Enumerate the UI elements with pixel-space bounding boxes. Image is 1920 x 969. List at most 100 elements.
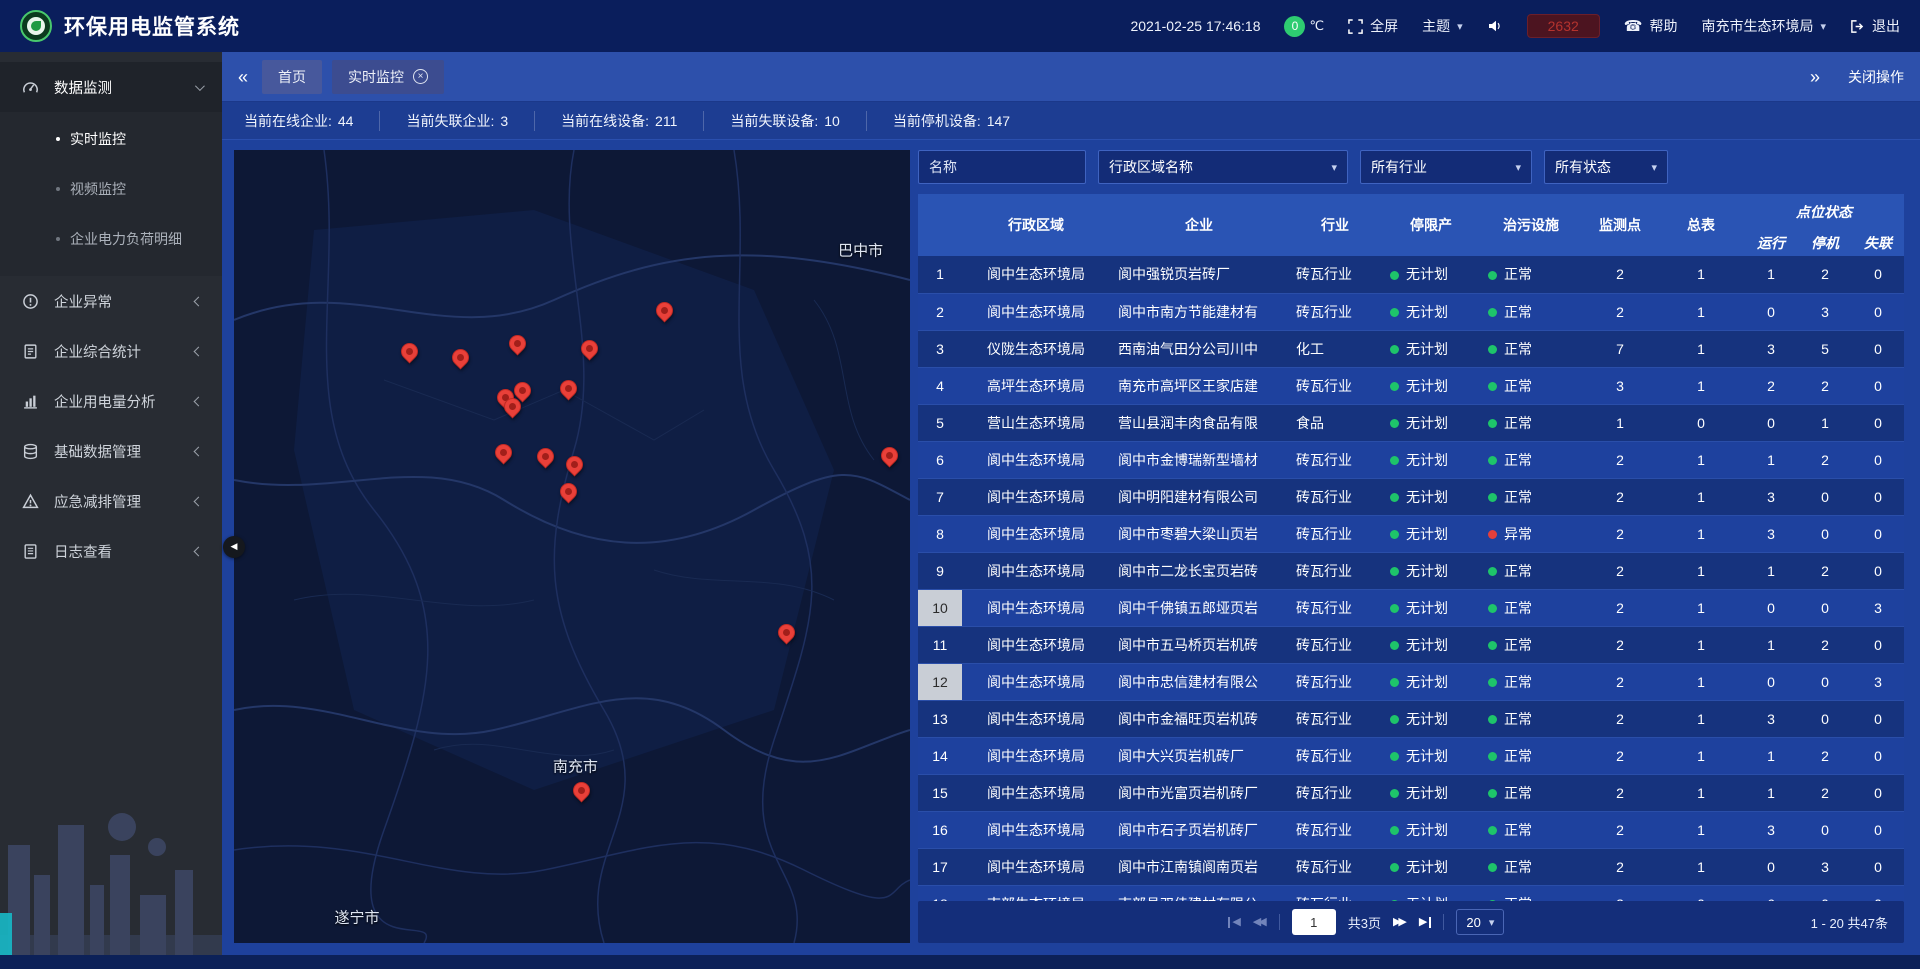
region-filter-select[interactable]: 行政区域名称 ▾ bbox=[1098, 150, 1348, 184]
map-pin-icon[interactable] bbox=[537, 448, 555, 466]
org-dropdown[interactable]: 南充市生态环境局 ▾ bbox=[1701, 16, 1826, 36]
row-industry: 食品 bbox=[1288, 404, 1382, 441]
map-pin-icon[interactable] bbox=[514, 382, 532, 400]
col-region: 行政区域 bbox=[962, 194, 1110, 256]
table-row[interactable]: 2阆中生态环境局阆中市南方节能建材有砖瓦行业无计划正常21030 bbox=[918, 293, 1904, 330]
industry-filter-select[interactable]: 所有行业 ▾ bbox=[1360, 150, 1532, 184]
row-company: 南部县双佳建材有限公 bbox=[1110, 885, 1288, 901]
map-pin-icon[interactable] bbox=[452, 349, 470, 367]
table-row[interactable]: 15阆中生态环境局阆中市光富页岩机砖厂砖瓦行业无计划正常21120 bbox=[918, 774, 1904, 811]
sidebar-item-label: 视频监控 bbox=[70, 179, 126, 199]
row-production-status: 无计划 bbox=[1382, 848, 1480, 885]
sidebar-item[interactable]: 企业电力负荷明细 bbox=[0, 214, 222, 264]
table-row[interactable]: 3仪陇生态环境局西南油气田分公司川中化工无计划正常71350 bbox=[918, 330, 1904, 367]
sidebar-group[interactable]: 企业用电量分析 bbox=[0, 376, 222, 426]
alert-count-badge[interactable]: 2632 bbox=[1527, 14, 1600, 38]
table-row[interactable]: 1阆中生态环境局阆中强锐页岩砖厂砖瓦行业无计划正常21120 bbox=[918, 256, 1904, 293]
total-pages-label: 共3页 bbox=[1348, 913, 1381, 932]
close-operations-button[interactable]: 关闭操作 bbox=[1848, 67, 1904, 87]
close-icon[interactable]: × bbox=[413, 69, 428, 84]
pagination-controls: ◀ ◀◀ 共3页 ▶▶ ▶ 20 ▾ bbox=[1228, 909, 1504, 935]
row-running-count: 1 bbox=[1744, 774, 1798, 811]
sidebar-group[interactable]: 数据监测 bbox=[0, 62, 222, 112]
map-pin-icon[interactable] bbox=[560, 483, 578, 501]
pagination-first-button[interactable]: ◀ bbox=[1228, 917, 1240, 928]
sidebar-group[interactable]: 企业综合统计 bbox=[0, 326, 222, 376]
row-monitor-count: 2 bbox=[1582, 811, 1658, 848]
map-pin-icon[interactable] bbox=[504, 398, 522, 416]
tab-list: 首页实时监控× bbox=[262, 60, 454, 94]
tabs-scroll-left-icon[interactable]: « bbox=[238, 68, 248, 86]
page-number-input[interactable] bbox=[1292, 909, 1336, 935]
help-button[interactable]: ☎ 帮助 bbox=[1624, 16, 1678, 36]
sidebar-item[interactable]: 实时监控 bbox=[0, 114, 222, 164]
map-pin-icon[interactable] bbox=[778, 624, 796, 642]
map-pin-icon[interactable] bbox=[566, 456, 584, 474]
row-monitor-count: 2 bbox=[1582, 515, 1658, 552]
table-row[interactable]: 14阆中生态环境局阆中大兴页岩机砖厂砖瓦行业无计划正常21120 bbox=[918, 737, 1904, 774]
map-pin-icon[interactable] bbox=[656, 302, 674, 320]
pagination-next-button[interactable]: ▶▶ bbox=[1393, 917, 1407, 928]
row-production-status: 无计划 bbox=[1382, 552, 1480, 589]
fullscreen-button[interactable]: 全屏 bbox=[1348, 16, 1398, 36]
row-index: 2 bbox=[918, 293, 962, 330]
pagination-last-button[interactable]: ▶ bbox=[1419, 917, 1431, 928]
page-size-select[interactable]: 20 ▾ bbox=[1456, 909, 1504, 935]
map-collapse-toggle[interactable]: ◀ bbox=[223, 536, 245, 558]
theme-label: 主题 bbox=[1422, 16, 1450, 36]
status-dot-icon bbox=[1390, 382, 1399, 391]
theme-dropdown[interactable]: 主题 ▾ bbox=[1422, 16, 1463, 36]
bullet-icon bbox=[56, 137, 60, 141]
map-pin-icon[interactable] bbox=[573, 782, 591, 800]
sidebar-group-label: 数据监测 bbox=[54, 77, 112, 98]
org-label: 南充市生态环境局 bbox=[1701, 16, 1813, 36]
row-facility-status: 正常 bbox=[1480, 663, 1582, 700]
stat-item: 当前在线企业:44 bbox=[230, 111, 380, 131]
pagination-prev-button[interactable]: ◀◀ bbox=[1253, 917, 1267, 928]
map-pin-icon[interactable] bbox=[509, 335, 527, 353]
tab[interactable]: 首页 bbox=[262, 60, 322, 94]
status-filter-select[interactable]: 所有状态 ▾ bbox=[1544, 150, 1668, 184]
map-canvas[interactable]: 巴中市南充市遂宁市 bbox=[234, 150, 910, 943]
name-filter-input[interactable] bbox=[918, 150, 1086, 184]
logout-button[interactable]: 退出 bbox=[1850, 16, 1900, 36]
sidebar-group[interactable]: 应急减排管理 bbox=[0, 476, 222, 526]
map-pin-icon[interactable] bbox=[881, 447, 899, 465]
table-row[interactable]: 8阆中生态环境局阆中市枣碧大梁山页岩砖瓦行业无计划异常21300 bbox=[918, 515, 1904, 552]
row-region: 营山生态环境局 bbox=[962, 404, 1110, 441]
table-row[interactable]: 7阆中生态环境局阆中明阳建材有限公司砖瓦行业无计划正常21300 bbox=[918, 478, 1904, 515]
sidebar-group-label: 企业用电量分析 bbox=[54, 391, 156, 412]
map-pin-icon[interactable] bbox=[581, 340, 599, 358]
sidebar-group[interactable]: 基础数据管理 bbox=[0, 426, 222, 476]
tab[interactable]: 实时监控× bbox=[332, 60, 444, 94]
status-dot-icon bbox=[1390, 345, 1399, 354]
row-meter-count: 0 bbox=[1658, 885, 1744, 901]
sidebar-item[interactable]: 视频监控 bbox=[0, 164, 222, 214]
table-row[interactable]: 17阆中生态环境局阆中市江南镇阆南页岩砖瓦行业无计划正常21030 bbox=[918, 848, 1904, 885]
row-facility-status: 正常 bbox=[1480, 626, 1582, 663]
col-facility: 治污设施 bbox=[1480, 194, 1582, 256]
row-monitor-count: 2 bbox=[1582, 441, 1658, 478]
map-pin-icon[interactable] bbox=[560, 380, 578, 398]
map-pin-icon[interactable] bbox=[495, 444, 513, 462]
sidebar-group[interactable]: 企业异常 bbox=[0, 276, 222, 326]
table-row[interactable]: 10阆中生态环境局阆中千佛镇五郎垭页岩砖瓦行业无计划正常21003 bbox=[918, 589, 1904, 626]
announcement-button[interactable] bbox=[1487, 18, 1503, 34]
map-panel[interactable]: 巴中市南充市遂宁市 ◀ bbox=[234, 150, 910, 943]
table-row[interactable]: 11阆中生态环境局阆中市五马桥页岩机砖砖瓦行业无计划正常21120 bbox=[918, 626, 1904, 663]
chevron-down-icon: ▾ bbox=[1820, 20, 1826, 33]
col-running: 运行 bbox=[1744, 230, 1798, 256]
row-company: 南充市高坪区王家店建 bbox=[1110, 367, 1288, 404]
table-row[interactable]: 9阆中生态环境局阆中市二龙长宝页岩砖砖瓦行业无计划正常21120 bbox=[918, 552, 1904, 589]
table-row[interactable]: 18南部生态环境局南部县双佳建材有限公砖瓦行业无计划正常20600 bbox=[918, 885, 1904, 901]
map-pin-icon[interactable] bbox=[401, 343, 419, 361]
table-row[interactable]: 16阆中生态环境局阆中市石子页岩机砖厂砖瓦行业无计划正常21300 bbox=[918, 811, 1904, 848]
tabs-scroll-right-icon[interactable]: » bbox=[1810, 68, 1820, 86]
table-row[interactable]: 6阆中生态环境局阆中市金博瑞新型墙材砖瓦行业无计划正常21120 bbox=[918, 441, 1904, 478]
table-row[interactable]: 5营山生态环境局营山县润丰肉食品有限食品无计划正常10010 bbox=[918, 404, 1904, 441]
table-row[interactable]: 13阆中生态环境局阆中市金福旺页岩机砖砖瓦行业无计划正常21300 bbox=[918, 700, 1904, 737]
sidebar-group[interactable]: 日志查看 bbox=[0, 526, 222, 576]
table-row[interactable]: 4高坪生态环境局南充市高坪区王家店建砖瓦行业无计划正常31220 bbox=[918, 367, 1904, 404]
table-row[interactable]: 12阆中生态环境局阆中市忠信建材有限公砖瓦行业无计划正常21003 bbox=[918, 663, 1904, 700]
status-dot-icon bbox=[1488, 789, 1497, 798]
